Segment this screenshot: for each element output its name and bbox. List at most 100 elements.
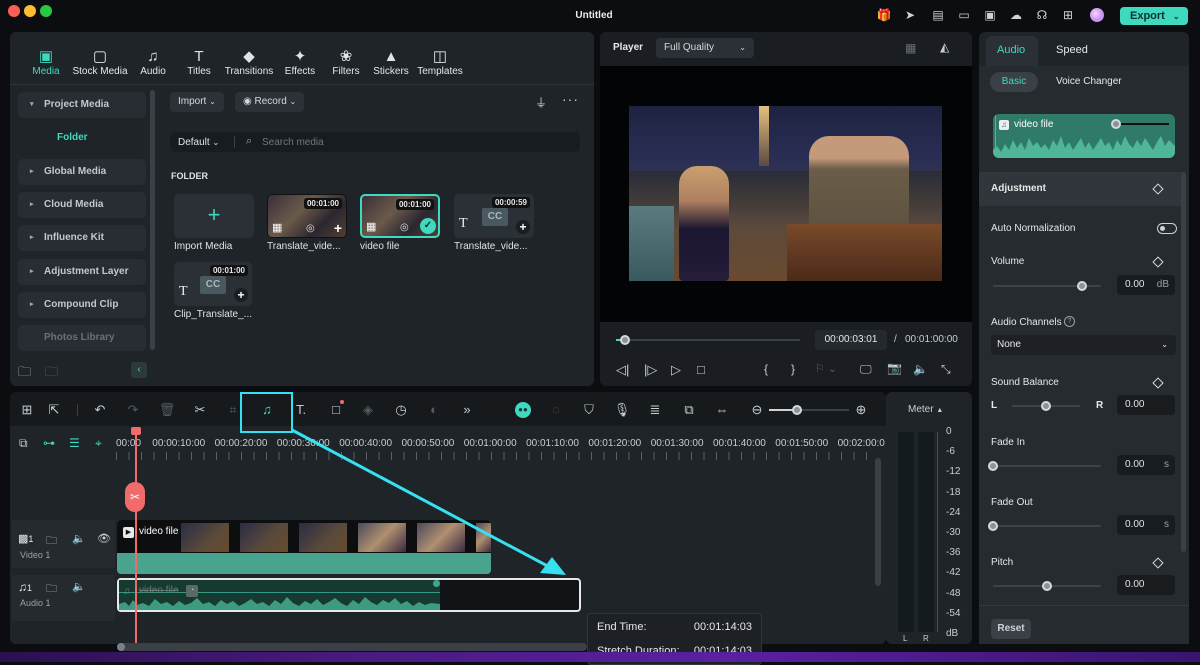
- delete-icon[interactable]: 🗑: [158, 402, 176, 418]
- mark-in-icon[interactable]: {: [764, 362, 768, 376]
- layout-icon[interactable]: ▭: [956, 8, 972, 22]
- color-icon[interactable]: ◐: [425, 402, 443, 418]
- tab-titles[interactable]: T Titles: [171, 48, 227, 77]
- support-icon[interactable]: ☊: [1034, 8, 1050, 22]
- search-media-input[interactable]: [262, 134, 562, 150]
- task-icon[interactable]: ▤: [930, 8, 946, 22]
- new-folder-icon[interactable]: 🗀: [18, 363, 31, 385]
- more-options-icon[interactable]: ···: [562, 91, 579, 107]
- media-item-thumbnail[interactable]: 00:00:59 CC T +: [454, 194, 534, 238]
- fit-timeline-icon[interactable]: ⇔: [713, 402, 731, 418]
- speed-icon[interactable]: ◷: [392, 402, 410, 418]
- volume-slider-knob[interactable]: [1076, 281, 1087, 291]
- sidebar-item-global-media[interactable]: ▸ Global Media: [18, 159, 146, 185]
- audio-clip-preview[interactable]: ♫ video file: [993, 114, 1175, 158]
- apps-icon[interactable]: ⊞: [1060, 8, 1076, 22]
- zoom-in-icon[interactable]: ⊕: [852, 402, 870, 418]
- snap-icon[interactable]: ⌖: [95, 436, 102, 451]
- microphone-icon[interactable]: 🎙: [613, 402, 631, 418]
- tab-audio[interactable]: Audio: [997, 44, 1025, 56]
- auto-normalization-toggle[interactable]: [1157, 223, 1177, 234]
- add-icon[interactable]: +: [234, 288, 248, 302]
- preview-toggle-icon[interactable]: ⧉: [680, 402, 698, 418]
- send-icon[interactable]: ➤: [902, 8, 918, 22]
- redo-icon[interactable]: ↷: [124, 402, 142, 418]
- text-tool-icon[interactable]: T.: [292, 402, 310, 418]
- tab-transitions[interactable]: ◆ Transitions: [221, 48, 277, 77]
- waveform-scope-icon[interactable]: ◭: [940, 40, 949, 54]
- marker-icon[interactable]: ⛉: [580, 402, 598, 418]
- cut-icon[interactable]: ✂: [191, 402, 209, 418]
- video-clip[interactable]: ▶ video file: [117, 520, 491, 574]
- lock-icon[interactable]: 🗀: [46, 580, 57, 599]
- quality-dropdown[interactable]: Full Quality ⌄: [656, 38, 754, 58]
- fullscreen-icon[interactable]: ⤡: [941, 362, 951, 377]
- cloud-icon[interactable]: ☁: [1008, 8, 1024, 22]
- subtab-basic[interactable]: Basic: [990, 72, 1038, 92]
- add-icon[interactable]: +: [516, 220, 530, 234]
- tab-media[interactable]: ▣ Media: [18, 48, 74, 77]
- reset-button[interactable]: Reset: [991, 619, 1031, 639]
- gift-icon[interactable]: 🎁: [876, 8, 892, 22]
- import-button[interactable]: Import ⌄: [170, 92, 224, 112]
- playhead-line[interactable]: [135, 430, 137, 644]
- sidebar-item-influence-kit[interactable]: ▸ Influence Kit: [18, 225, 146, 251]
- grid-view-icon[interactable]: ▦: [905, 41, 916, 55]
- sidebar-scrollbar[interactable]: [150, 90, 155, 350]
- track-group-icon[interactable]: ☰: [69, 436, 80, 450]
- collapse-sidebar-button[interactable]: ‹: [131, 362, 147, 378]
- fade-out-slider-track[interactable]: [993, 525, 1101, 527]
- clip-volume-knob[interactable]: [1111, 119, 1121, 129]
- add-icon[interactable]: +: [334, 220, 342, 236]
- balance-slider-knob[interactable]: [1041, 401, 1051, 411]
- undo-icon[interactable]: ↶: [91, 402, 109, 418]
- mask-icon[interactable]: ◈: [359, 402, 377, 418]
- clip-volume-track[interactable]: [1117, 123, 1169, 125]
- panel-scrollbar[interactable]: [1181, 172, 1186, 552]
- current-time[interactable]: 00:00:03:01: [815, 330, 887, 350]
- fade-handle[interactable]: [433, 580, 440, 587]
- playback-progress-track[interactable]: [616, 339, 800, 341]
- fade-out-input[interactable]: 0.00 s: [1117, 515, 1175, 535]
- layout-grid-icon[interactable]: ⊞: [18, 402, 36, 418]
- select-tool-icon[interactable]: ⇱: [45, 402, 63, 418]
- volume-input[interactable]: 0.00 dB: [1117, 275, 1175, 295]
- sidebar-item-photos-library[interactable]: Photos Library: [18, 325, 146, 351]
- split-scissors-icon[interactable]: ✂: [125, 482, 145, 512]
- pitch-input[interactable]: 0.00: [1117, 575, 1175, 595]
- avatar[interactable]: [1090, 8, 1104, 22]
- next-frame-icon[interactable]: |▷: [644, 362, 657, 378]
- render-preview-icon[interactable]: ◌: [547, 402, 565, 418]
- add-track-icon[interactable]: ⧉: [19, 436, 28, 451]
- record-button[interactable]: ◉ Record ⌄: [235, 92, 305, 112]
- filter-icon[interactable]: ⏚: [535, 94, 547, 111]
- previous-frame-icon[interactable]: ◁|: [616, 362, 629, 378]
- import-media-card[interactable]: +: [174, 194, 254, 238]
- playhead-handle[interactable]: [131, 427, 141, 435]
- media-item-thumbnail[interactable]: 00:01:00 ▦ ◎ +: [267, 194, 347, 238]
- snapshot-icon[interactable]: 📷: [887, 361, 902, 375]
- sidebar-item-folder[interactable]: Folder: [57, 132, 88, 143]
- tab-templates[interactable]: ◫ Templates: [412, 48, 468, 77]
- fade-out-slider-knob[interactable]: [988, 521, 998, 531]
- volume-icon[interactable]: 🔈: [913, 362, 928, 376]
- media-item-thumbnail-selected[interactable]: 00:01:00 ▦ ◎ ✓: [360, 194, 440, 238]
- tab-stickers[interactable]: ▲ Stickers: [363, 48, 419, 77]
- marker-icon[interactable]: ⚐ ⌄: [815, 362, 837, 375]
- display-icon[interactable]: 🖵: [860, 362, 872, 377]
- play-icon[interactable]: ▷: [671, 362, 681, 378]
- media-item-thumbnail[interactable]: 00:01:00 CC T +: [174, 262, 252, 306]
- audio-list-icon[interactable]: ≣: [646, 402, 664, 418]
- sidebar-item-project-media[interactable]: ▾ Project Media: [18, 92, 146, 118]
- video-preview[interactable]: [629, 106, 942, 281]
- fade-in-input[interactable]: 0.00 s: [1117, 455, 1175, 475]
- help-icon[interactable]: ?: [1064, 316, 1075, 327]
- subtab-voice-changer[interactable]: Voice Changer: [1056, 76, 1122, 87]
- scrollbar-handle[interactable]: [117, 643, 125, 651]
- visibility-icon[interactable]: 👁: [97, 532, 111, 545]
- timeline-vertical-scrollbar[interactable]: [875, 458, 881, 586]
- timeline-horizontal-scrollbar[interactable]: [117, 643, 587, 651]
- mute-icon[interactable]: 🔈: [72, 532, 86, 545]
- fade-in-slider-track[interactable]: [993, 465, 1101, 467]
- pitch-slider-knob[interactable]: [1042, 581, 1052, 591]
